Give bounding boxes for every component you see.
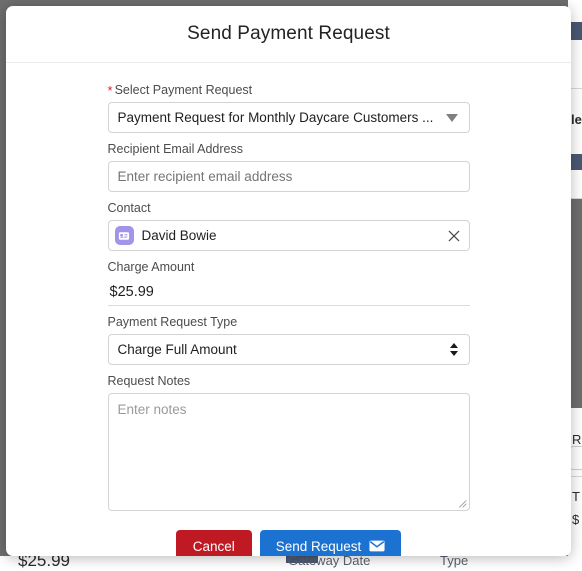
field-payment-request-type: Payment Request Type Charge Full Amount	[108, 315, 470, 365]
contact-card-icon	[115, 226, 134, 245]
envelope-icon	[369, 540, 385, 552]
contact-lookup-pill[interactable]: David Bowie	[108, 220, 470, 251]
send-request-button[interactable]: Send Request	[260, 530, 402, 556]
background-edge-text-3: T	[572, 489, 580, 504]
modal-header: Send Payment Request	[6, 6, 571, 63]
charge-amount-value[interactable]: $25.99	[108, 279, 470, 306]
select-payment-request-dropdown[interactable]: Payment Request for Monthly Daycare Cust…	[108, 102, 470, 133]
recipient-email-input[interactable]	[108, 161, 470, 192]
stepper-down-arrow-icon	[450, 351, 458, 356]
background-edge-text-1: le	[571, 112, 582, 127]
background-input-sliver[interactable]	[570, 446, 582, 470]
label-request-notes: Request Notes	[108, 374, 470, 389]
field-request-notes: Request Notes Enter notes	[108, 374, 470, 511]
label-select-payment-request: *Select Payment Request	[108, 83, 470, 98]
label-select-payment-request-text: Select Payment Request	[115, 83, 253, 97]
stepper-arrows-icon	[450, 343, 458, 356]
payment-request-type-select[interactable]: Charge Full Amount	[108, 334, 470, 365]
select-payment-request-value: Payment Request for Monthly Daycare Cust…	[118, 110, 442, 125]
field-contact: Contact David Bowie	[108, 201, 470, 251]
modal-body: *Select Payment Request Payment Request …	[6, 63, 571, 556]
label-contact: Contact	[108, 201, 470, 216]
stepper-up-arrow-icon	[450, 343, 458, 348]
label-payment-request-type: Payment Request Type	[108, 315, 470, 330]
contact-name-value: David Bowie	[142, 228, 217, 243]
chevron-down-icon	[446, 114, 458, 122]
modal-footer: Cancel Send Request	[6, 530, 571, 556]
field-charge-amount: Charge Amount $25.99	[108, 260, 470, 306]
required-asterisk-icon: *	[108, 83, 113, 98]
background-edge-text-2: R	[572, 432, 581, 447]
send-payment-request-modal: Send Payment Request *Select Payment Req…	[6, 6, 571, 556]
request-notes-textarea-wrapper: Enter notes	[108, 393, 470, 511]
request-notes-placeholder[interactable]: Enter notes	[118, 402, 187, 417]
cancel-button[interactable]: Cancel	[176, 530, 252, 556]
payment-request-type-value: Charge Full Amount	[118, 342, 245, 357]
resize-grip-icon[interactable]	[456, 497, 467, 508]
modal-title: Send Payment Request	[187, 23, 390, 45]
label-charge-amount: Charge Amount	[108, 260, 470, 275]
send-request-button-label: Send Request	[276, 539, 362, 554]
field-recipient-email: Recipient Email Address	[108, 142, 470, 192]
close-icon[interactable]	[447, 229, 461, 243]
field-select-payment-request: *Select Payment Request Payment Request …	[108, 83, 470, 133]
label-recipient-email: Recipient Email Address	[108, 142, 470, 157]
background-edge-text-4: $	[572, 512, 579, 527]
contact-lookup-content: David Bowie	[115, 226, 217, 245]
